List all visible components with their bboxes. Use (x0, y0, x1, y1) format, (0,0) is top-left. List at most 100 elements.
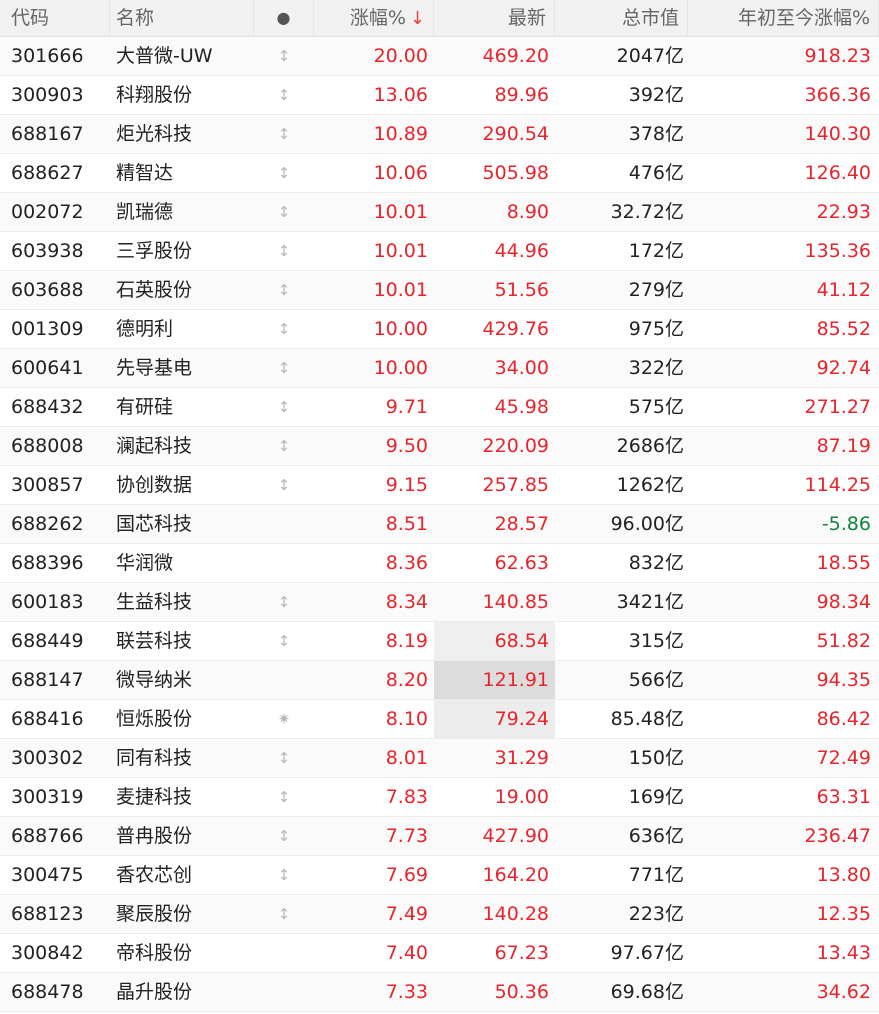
cell-mcap: 150亿 (628, 747, 684, 769)
cell-ytd: 236.47 (804, 825, 871, 847)
cell-code: 688123 (11, 903, 84, 925)
table-row[interactable]: 688262 国芯科技 8.51 28.57 96.00亿 -5.86 (0, 505, 879, 544)
cell-change: 8.01 (385, 747, 428, 769)
cell-code: 300903 (11, 84, 84, 106)
row-mark-icon: ↕ (277, 86, 291, 104)
cell-price: 45.98 (494, 396, 549, 418)
table-row[interactable]: 603938 三孚股份 ↕ 10.01 44.96 172亿 135.36 (0, 232, 879, 271)
cell-code: 688416 (11, 708, 84, 730)
row-mark-icon: ↕ (277, 281, 291, 299)
cell-code: 002072 (11, 201, 84, 223)
cell-change: 7.40 (385, 942, 428, 964)
table-row[interactable]: 688449 联芸科技 ↕ 8.19 68.54 315亿 51.82 (0, 622, 879, 661)
row-mark-icon: ↕ (277, 359, 291, 377)
row-mark-icon: ↕ (277, 242, 291, 260)
cell-price: 19.00 (494, 786, 549, 808)
cell-code: 001309 (11, 318, 84, 340)
cell-name: 香农芯创 (116, 864, 193, 886)
cell-ytd: 22.93 (816, 201, 871, 223)
col-header-mcap[interactable]: 总市值 (555, 0, 688, 36)
table-row[interactable]: 603688 石英股份 ↕ 10.01 51.56 279亿 41.12 (0, 271, 879, 310)
cell-price: 67.23 (494, 942, 549, 964)
table-row[interactable]: 688627 精智达 ↕ 10.06 505.98 476亿 126.40 (0, 154, 879, 193)
cell-mcap: 85.48亿 (610, 708, 684, 730)
table-row[interactable]: 688432 有研硅 ↕ 9.71 45.98 575亿 271.27 (0, 388, 879, 427)
row-mark-icon (254, 973, 314, 1011)
table-row[interactable]: 688123 聚辰股份 ↕ 7.49 140.28 223亿 12.35 (0, 895, 879, 934)
col-header-name[interactable]: 名称 (110, 0, 254, 36)
cell-code: 688478 (11, 981, 84, 1003)
table-row[interactable]: 600183 生益科技 ↕ 8.34 140.85 3421亿 98.34 (0, 583, 879, 622)
cell-ytd: 271.27 (804, 396, 871, 418)
cell-ytd: 51.82 (816, 630, 871, 652)
table-row[interactable]: 688008 澜起科技 ↕ 9.50 220.09 2686亿 87.19 (0, 427, 879, 466)
cell-mcap: 169亿 (628, 786, 684, 808)
cell-mcap: 3421亿 (616, 591, 684, 613)
cell-code: 300857 (11, 474, 84, 496)
cell-name: 帝科股份 (116, 942, 193, 964)
table-row[interactable]: 688478 晶升股份 7.33 50.36 69.68亿 34.62 (0, 973, 879, 1012)
table-row[interactable]: 001309 德明利 ↕ 10.00 429.76 975亿 85.52 (0, 310, 879, 349)
cell-code: 300842 (11, 942, 84, 964)
table-row[interactable]: 688766 普冉股份 ↕ 7.73 427.90 636亿 236.47 (0, 817, 879, 856)
cell-ytd: 94.35 (816, 669, 871, 691)
cell-name: 普冉股份 (116, 825, 193, 847)
cell-code: 688449 (11, 630, 84, 652)
table-row[interactable]: 002072 凯瑞德 ↕ 10.01 8.90 32.72亿 22.93 (0, 193, 879, 232)
cell-change: 10.01 (373, 279, 428, 301)
cell-mcap: 223亿 (628, 903, 684, 925)
col-header-change[interactable]: 涨幅% ↓ (314, 0, 434, 36)
row-mark-icon: ↕ (277, 905, 291, 923)
table-row[interactable]: 688167 炬光科技 ↕ 10.89 290.54 378亿 140.30 (0, 115, 879, 154)
cell-code: 688147 (11, 669, 84, 691)
row-mark-icon: ↕ (277, 437, 291, 455)
col-header-ytd[interactable]: 年初至今涨幅% (688, 0, 879, 36)
col-header-dot[interactable]: ● (254, 0, 314, 36)
row-mark-icon: ↕ (277, 749, 291, 767)
col-header-code[interactable]: 代码 (0, 0, 110, 36)
cell-change: 7.83 (385, 786, 428, 808)
table-body: 301666 大普微-UW ↕ 20.00 469.20 2047亿 918.23 30090… (0, 37, 879, 1012)
table-row[interactable]: 688416 恒烁股份 ✷ 8.10 79.24 85.48亿 86.42 (0, 700, 879, 739)
cell-ytd: 87.19 (816, 435, 871, 457)
cell-name: 同有科技 (116, 747, 193, 769)
table-row[interactable]: 600641 先导基电 ↕ 10.00 34.00 322亿 92.74 (0, 349, 879, 388)
row-mark-icon (254, 544, 314, 582)
cell-name: 恒烁股份 (116, 708, 193, 730)
cell-mcap: 636亿 (628, 825, 684, 847)
row-mark-icon: ↕ (277, 593, 291, 611)
cell-change: 8.36 (385, 552, 428, 574)
table-row[interactable]: 300319 麦捷科技 ↕ 7.83 19.00 169亿 63.31 (0, 778, 879, 817)
cell-name: 科翔股份 (116, 84, 193, 106)
cell-change: 7.33 (385, 981, 428, 1003)
row-mark-icon (254, 934, 314, 972)
cell-ytd: 126.40 (804, 162, 871, 184)
row-mark-icon: ↕ (277, 203, 291, 221)
cell-name: 凯瑞德 (116, 201, 174, 223)
cell-name: 有研硅 (116, 396, 174, 418)
table-row[interactable]: 300475 香农芯创 ↕ 7.69 164.20 771亿 13.80 (0, 856, 879, 895)
table-row[interactable]: 300842 帝科股份 7.40 67.23 97.67亿 13.43 (0, 934, 879, 973)
cell-change: 10.01 (373, 240, 428, 262)
table-row[interactable]: 300903 科翔股份 ↕ 13.06 89.96 392亿 366.36 (0, 76, 879, 115)
row-mark-icon (254, 661, 314, 699)
cell-ytd: 918.23 (804, 45, 871, 67)
cell-price: 79.24 (434, 700, 555, 738)
row-mark-icon: ↕ (277, 866, 291, 884)
cell-price: 290.54 (482, 123, 549, 145)
row-mark-icon: ↕ (277, 827, 291, 845)
cell-ytd: 41.12 (816, 279, 871, 301)
table-row[interactable]: 688396 华润微 8.36 62.63 832亿 18.55 (0, 544, 879, 583)
table-row[interactable]: 300857 协创数据 ↕ 9.15 257.85 1262亿 114.25 (0, 466, 879, 505)
row-mark-icon: ↕ (277, 632, 291, 650)
cell-price: 68.54 (434, 622, 555, 660)
col-header-price[interactable]: 最新 (434, 0, 555, 36)
table-row[interactable]: 300302 同有科技 ↕ 8.01 31.29 150亿 72.49 (0, 739, 879, 778)
table-row[interactable]: 688147 微导纳米 8.20 121.91 566亿 94.35 (0, 661, 879, 700)
table-row[interactable]: 301666 大普微-UW ↕ 20.00 469.20 2047亿 918.23 (0, 37, 879, 76)
row-mark-icon: ↕ (277, 788, 291, 806)
cell-ytd: 366.36 (804, 84, 871, 106)
cell-ytd: -5.86 (821, 513, 871, 535)
cell-mcap: 315亿 (628, 630, 684, 652)
row-mark-icon: ↕ (277, 320, 291, 338)
